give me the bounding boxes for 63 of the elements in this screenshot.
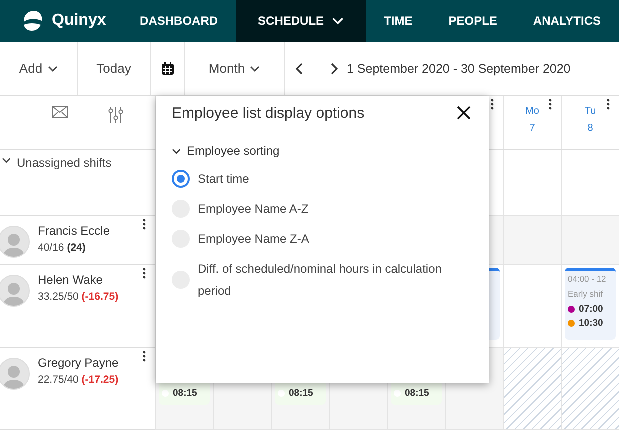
hours-summary: 33.25/50 (-16.75) [38,291,119,303]
employee-name[interactable]: Helen Wake [38,273,119,287]
status-dot [162,390,169,396]
shift-title: Early shif [568,289,604,299]
brand-name: Quinyx [52,12,106,30]
option-label[interactable]: Employee Name A-Z [198,198,309,220]
weekday-label: Tu [584,106,596,117]
shift-card[interactable]: 04:00 - 12 Early shif 07:00 10:30 [565,268,616,340]
nav-tab[interactable]: DASHBOARD [122,0,236,42]
chevron-down-icon [48,64,58,74]
shift-time: 08:15 [289,388,314,398]
radio-button[interactable] [172,170,190,188]
shift-time: 08:15 [173,388,198,398]
avatar [0,358,30,390]
shift-card[interactable]: 08:15 [275,381,326,405]
more-menu-icon[interactable] [143,219,146,230]
today-button[interactable]: Today [78,42,151,95]
task-time: 07:00 [579,304,604,315]
more-menu-icon[interactable] [549,99,552,110]
calendar-icon[interactable] [160,62,174,76]
employee-name[interactable]: Gregory Payne [38,356,119,370]
more-menu-icon[interactable] [491,99,494,110]
date-label: 7 [530,123,536,134]
unassigned-shifts-toggle[interactable]: Unassigned shifts [0,150,112,215]
hours-summary: 22.75/40 (-17.25) [38,374,119,386]
task-time: 10:30 [579,318,604,329]
date-range: 1 September 2020 - 30 September 2020 [347,62,571,76]
option-label[interactable]: Diff. of scheduled/nominal hours in calculation period [198,258,473,302]
avatar [0,226,30,258]
chevron-down-icon [332,15,344,27]
status-dot [394,390,401,396]
shift-time-range: 04:00 - 12 [568,274,608,284]
add-button[interactable]: Add [0,42,78,95]
employee-name[interactable]: Francis Eccle [38,224,110,238]
chevron-left-icon[interactable] [295,62,305,74]
view-dropdown[interactable]: Month [185,42,285,95]
section-toggle[interactable]: Employee sorting [172,144,473,158]
dialog-title: Employee list display options [172,104,365,122]
nav-tab[interactable]: PEOPLE [430,0,516,42]
chevron-down-icon [172,146,181,156]
option-label[interactable]: Start time [198,168,250,190]
weekday-label: Mo [526,106,540,117]
schedule-cell [503,216,561,265]
chevron-right-icon[interactable] [329,62,339,74]
chevron-down-icon [2,156,11,165]
hours-summary: 40/16 (24) [38,242,87,254]
option-label[interactable]: Employee Name Z-A [198,228,310,250]
shift-card[interactable]: 08:15 [159,381,210,405]
more-menu-icon[interactable] [143,351,146,362]
shift-card[interactable]: 08:15 [391,381,442,405]
status-dot [278,390,285,396]
mail-icon[interactable] [52,106,68,118]
sliders-icon[interactable] [108,106,124,124]
nav-tab[interactable]: TIME [366,0,431,42]
nav-tab[interactable]: ANALYTICS [515,0,619,42]
chevron-down-icon [250,64,260,74]
avatar [0,275,30,307]
close-button[interactable] [455,104,473,122]
date-label: 8 [588,123,594,134]
more-menu-icon[interactable] [143,268,146,279]
nav-tab[interactable]: SCHEDULE [236,0,366,42]
more-menu-icon[interactable] [607,99,610,110]
shift-time: 08:15 [405,388,430,398]
